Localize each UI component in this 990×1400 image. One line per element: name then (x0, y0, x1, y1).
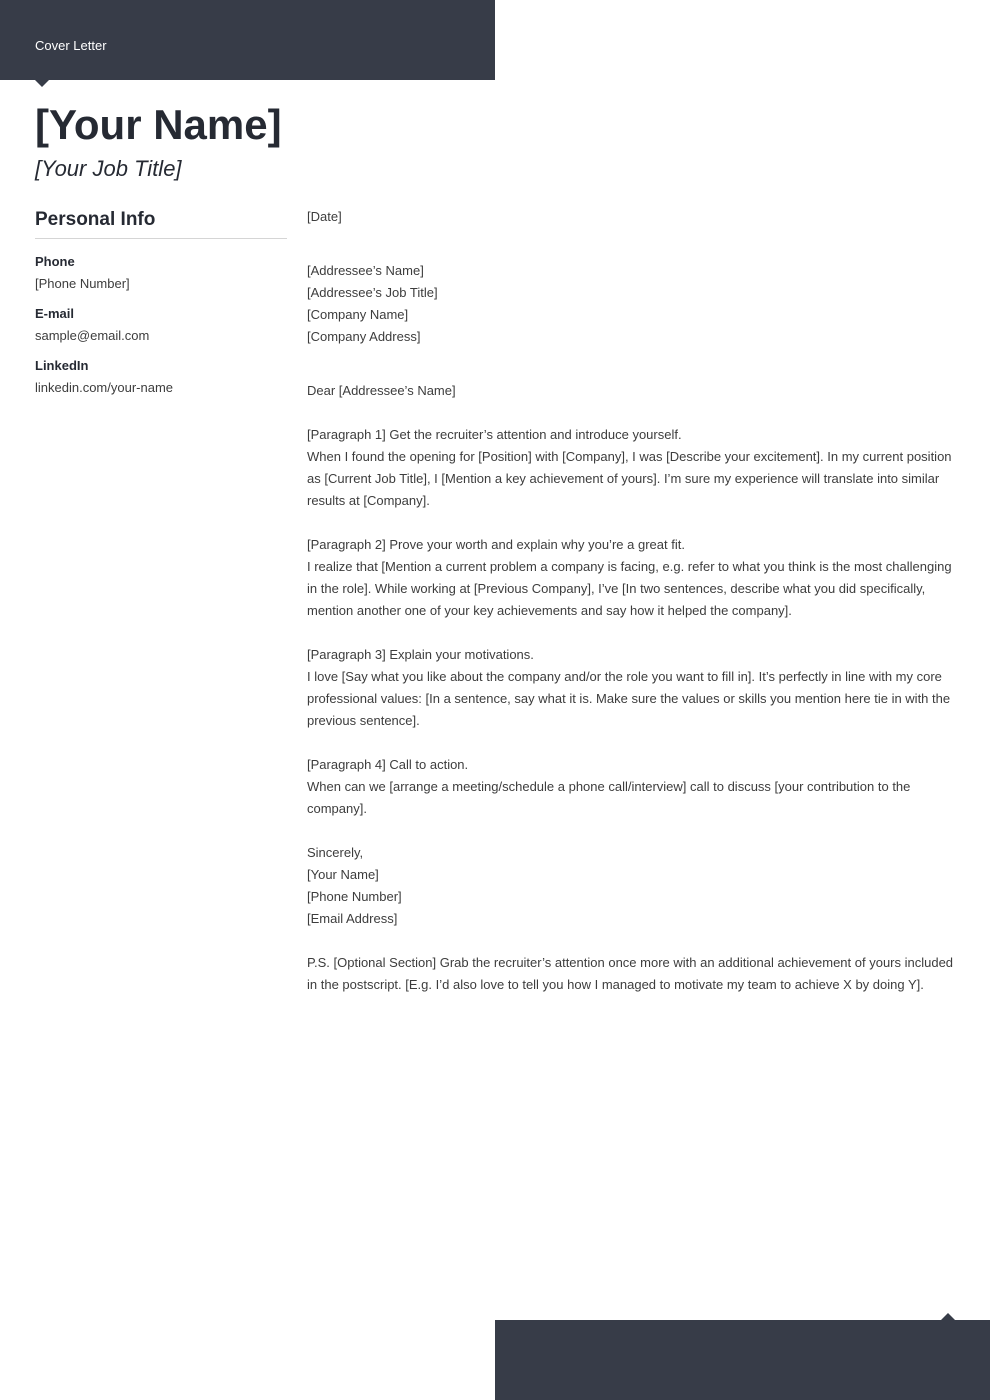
personal-info-list: Phone [Phone Number] E-mail sample@email… (35, 251, 287, 399)
footer-banner (495, 1313, 990, 1400)
paragraph-1: [Paragraph 1] Get the recruiter’s attent… (307, 424, 957, 512)
info-item-phone: Phone [Phone Number] (35, 251, 287, 295)
closing-name: [Your Name] (307, 867, 379, 882)
info-value: [Phone Number] (35, 276, 130, 291)
document-type-label: Cover Letter (35, 38, 107, 53)
recipient-block: [Addressee’s Name] [Addressee’s Job Titl… (307, 260, 957, 348)
info-label: LinkedIn (35, 358, 89, 373)
salutation: Dear [Addressee’s Name] (307, 383, 456, 398)
recipient-name: [Addressee’s Name] (307, 263, 424, 278)
paragraph-2: [Paragraph 2] Prove your worth and expla… (307, 534, 957, 622)
closing-phrase: Sincerely, (307, 845, 364, 860)
closing-block: Sincerely, [Your Name] [Phone Number] [E… (307, 842, 957, 930)
recipient-address: [Company Address] (307, 329, 421, 344)
banner-notch-up (941, 1313, 955, 1320)
applicant-name: [Your Name] (35, 101, 282, 148)
banner-notch-down (35, 80, 49, 87)
closing-phone: [Phone Number] (307, 889, 402, 904)
letter-date: [Date] (307, 209, 342, 224)
personal-info-heading: Personal Info (35, 208, 287, 239)
header-banner: Cover Letter (0, 0, 495, 87)
info-label: E-mail (35, 306, 75, 321)
info-value: linkedin.com/your-name (35, 380, 174, 395)
paragraph-body: I realize that [Mention a current proble… (307, 559, 952, 618)
paragraph-3: [Paragraph 3] Explain your motivations. … (307, 644, 957, 732)
paragraph-4: [Paragraph 4] Call to action. When can w… (307, 754, 957, 820)
paragraph-heading: [Paragraph 1] Get the recruiter’s attent… (307, 427, 682, 442)
paragraph-heading: [Paragraph 3] Explain your motivations. (307, 647, 534, 662)
paragraph-body: When I found the opening for [Position] … (307, 449, 952, 508)
recipient-job-title: [Addressee’s Job Title] (307, 285, 438, 300)
paragraph-heading: [Paragraph 2] Prove your worth and expla… (307, 537, 685, 552)
postscript-block: P.S. [Optional Section] Grab the recruit… (307, 952, 957, 996)
info-label: Phone (35, 254, 75, 269)
paragraph-body: I love [Say what you like about the comp… (307, 669, 951, 728)
info-item-linkedin: LinkedIn linkedin.com/your-name (35, 355, 287, 399)
salutation-block: Dear [Addressee’s Name] (307, 380, 957, 402)
recipient-company: [Company Name] (307, 307, 409, 322)
postscript: P.S. [Optional Section] Grab the recruit… (307, 955, 954, 992)
letter-body: [Date] [Addressee’s Name] [Addressee’s J… (307, 206, 957, 1018)
info-value: sample@email.com (35, 328, 150, 343)
paragraph-heading: [Paragraph 4] Call to action. (307, 757, 469, 772)
applicant-job-title: [Your Job Title] (35, 156, 182, 181)
closing-email: [Email Address] (307, 911, 398, 926)
paragraph-body: When can we [arrange a meeting/schedule … (307, 779, 911, 816)
personal-info-sidebar: Personal Info Phone [Phone Number] E-mai… (35, 208, 287, 407)
letter-date-block: [Date] (307, 206, 957, 228)
info-item-email: E-mail sample@email.com (35, 303, 287, 347)
